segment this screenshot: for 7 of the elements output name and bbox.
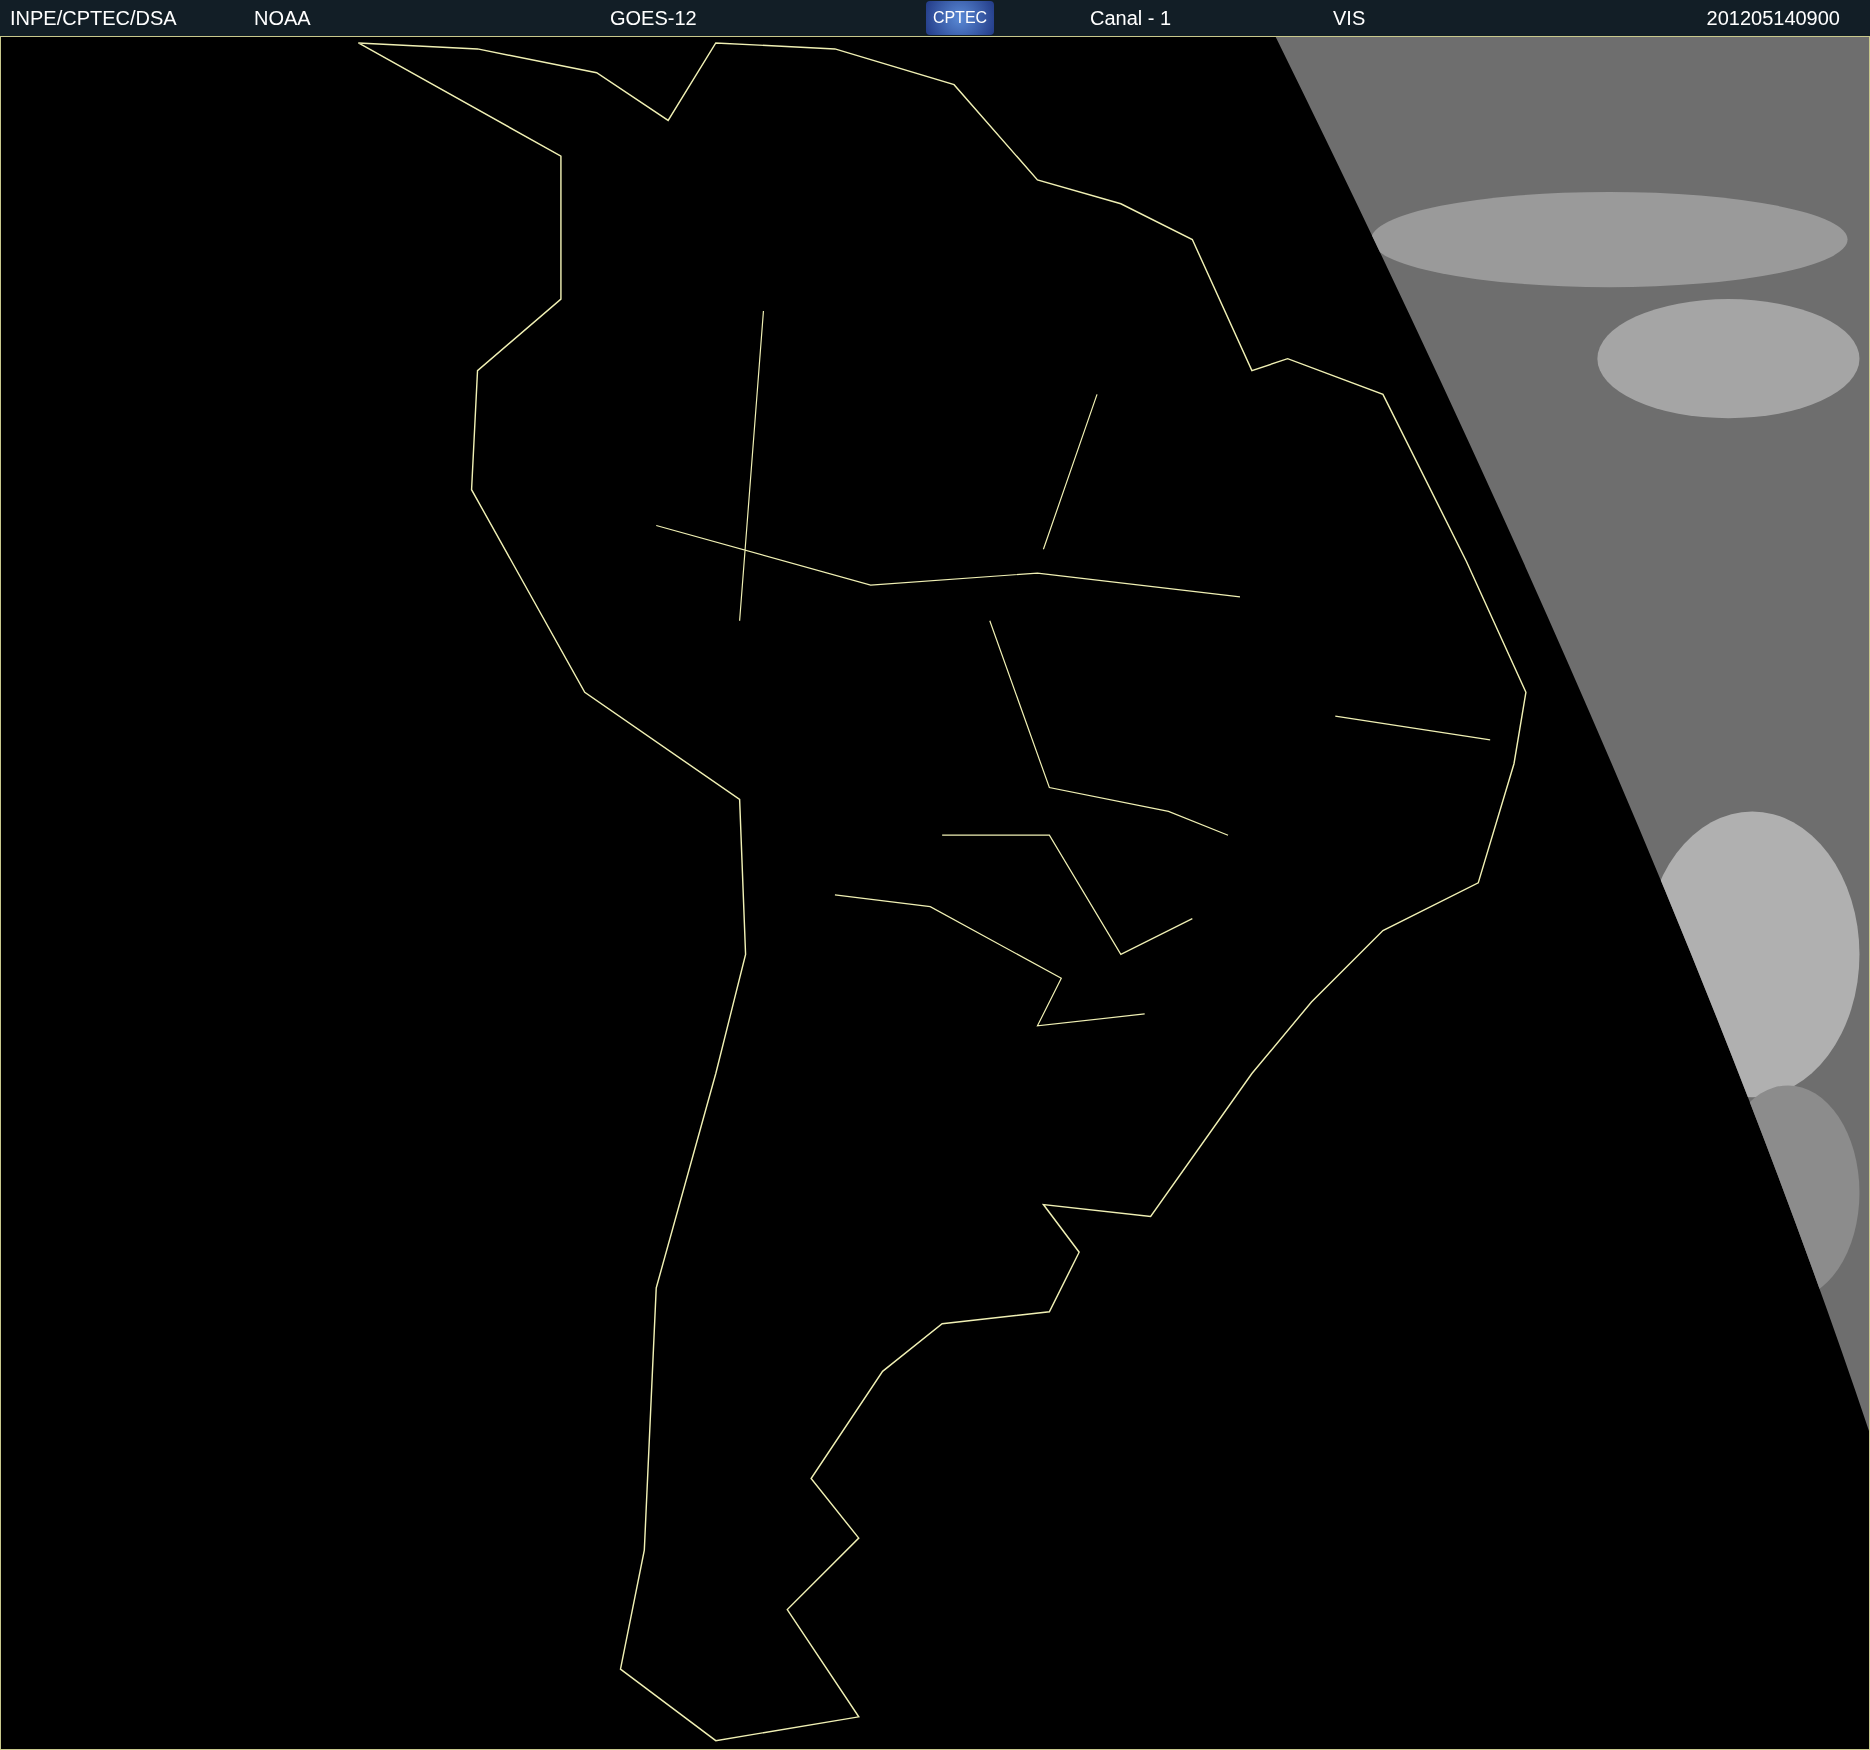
channel-label: Canal - 1 (1090, 6, 1172, 30)
source-label: INPE/CPTEC/DSA (10, 6, 177, 30)
satellite-label: GOES-12 (610, 6, 697, 30)
timestamp-label: 201205140900 (1706, 6, 1841, 30)
logo: CPTEC (926, 1, 994, 35)
agency-label: NOAA (254, 6, 311, 30)
band-label: VIS (1333, 6, 1366, 30)
